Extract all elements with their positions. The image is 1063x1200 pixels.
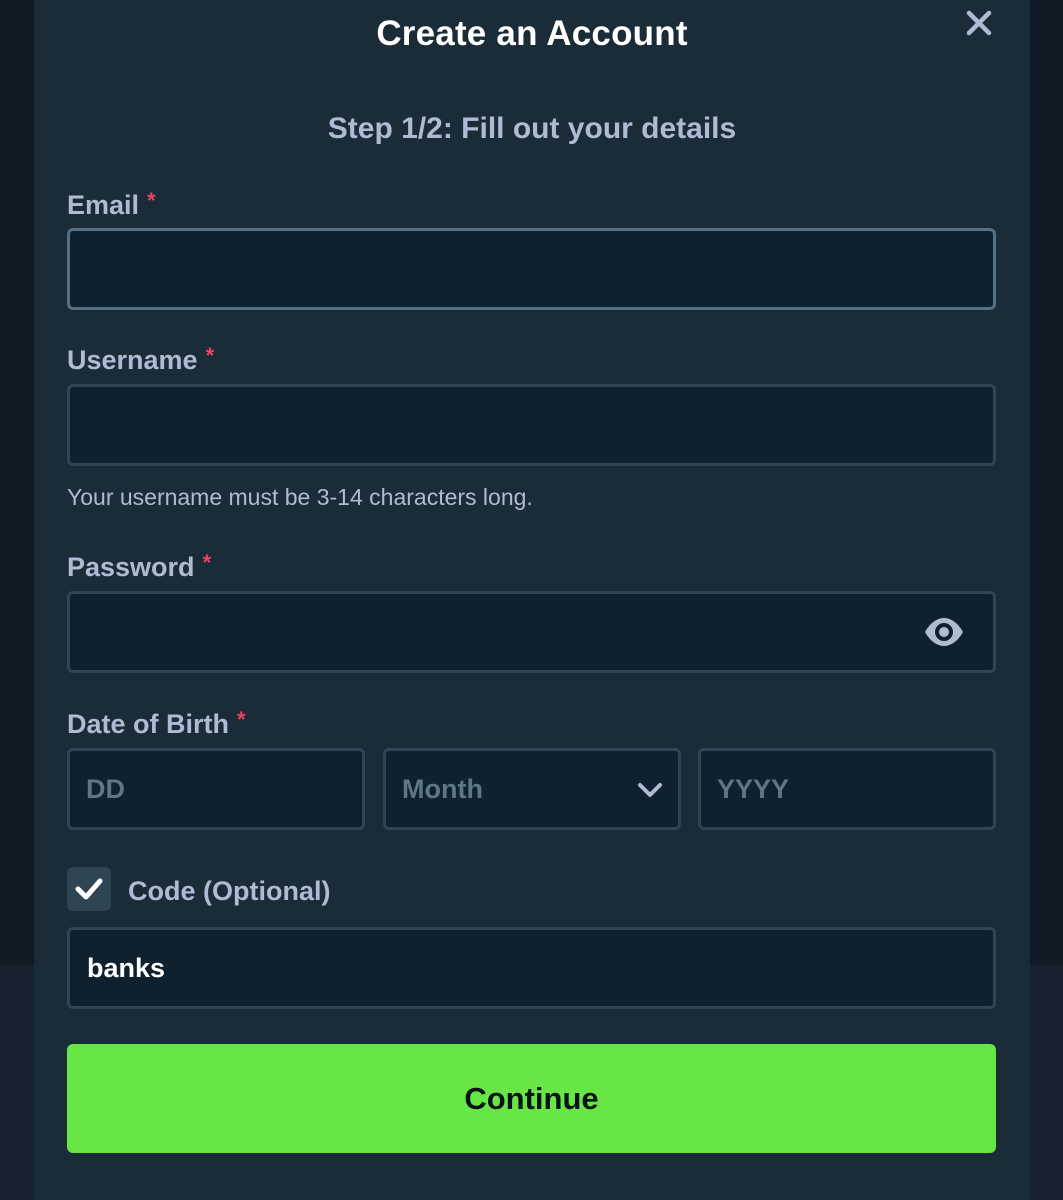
required-marker: * [237, 707, 246, 732]
code-checkbox-label: Code (Optional) [128, 876, 331, 906]
email-label: Email * [67, 188, 156, 221]
username-field[interactable] [67, 384, 996, 466]
checkmark-icon [75, 878, 103, 900]
continue-button[interactable]: Continue [67, 1044, 996, 1153]
username-label-text: Username [67, 345, 198, 375]
backdrop-panel-right [1029, 965, 1063, 1200]
dob-label: Date of Birth * [67, 707, 246, 740]
email-field[interactable] [67, 228, 996, 310]
close-icon [966, 10, 992, 36]
email-label-text: Email [67, 190, 140, 220]
close-button[interactable] [962, 6, 996, 40]
required-marker: * [205, 343, 215, 368]
dob-label-text: Date of Birth [67, 709, 229, 739]
password-label-text: Password [67, 552, 195, 582]
dob-month-placeholder: Month [402, 774, 483, 804]
dob-year-placeholder: YYYY [717, 774, 790, 804]
toggle-password-visibility-button[interactable] [923, 615, 965, 649]
step-indicator: Step 1/2: Fill out your details [327, 112, 737, 145]
password-field[interactable] [67, 591, 996, 673]
dob-day-field[interactable]: DD [67, 748, 365, 830]
chevron-down-icon [638, 783, 662, 797]
eye-icon [925, 618, 963, 646]
code-checkbox[interactable] [67, 867, 111, 911]
code-field[interactable] [67, 927, 996, 1009]
create-account-modal: Create an Account Step 1/2: Fill out you… [34, 0, 1030, 1200]
backdrop-panel-left [0, 965, 34, 1200]
username-label: Username * [67, 343, 214, 376]
dob-year-field[interactable]: YYYY [698, 748, 996, 830]
password-label: Password * [67, 550, 211, 583]
required-marker: * [202, 550, 212, 575]
dob-month-select[interactable]: Month [383, 748, 681, 830]
modal-title: Create an Account [376, 14, 688, 53]
dob-day-placeholder: DD [86, 774, 125, 804]
required-marker: * [147, 188, 156, 213]
username-hint: Your username must be 3-14 characters lo… [67, 484, 533, 510]
